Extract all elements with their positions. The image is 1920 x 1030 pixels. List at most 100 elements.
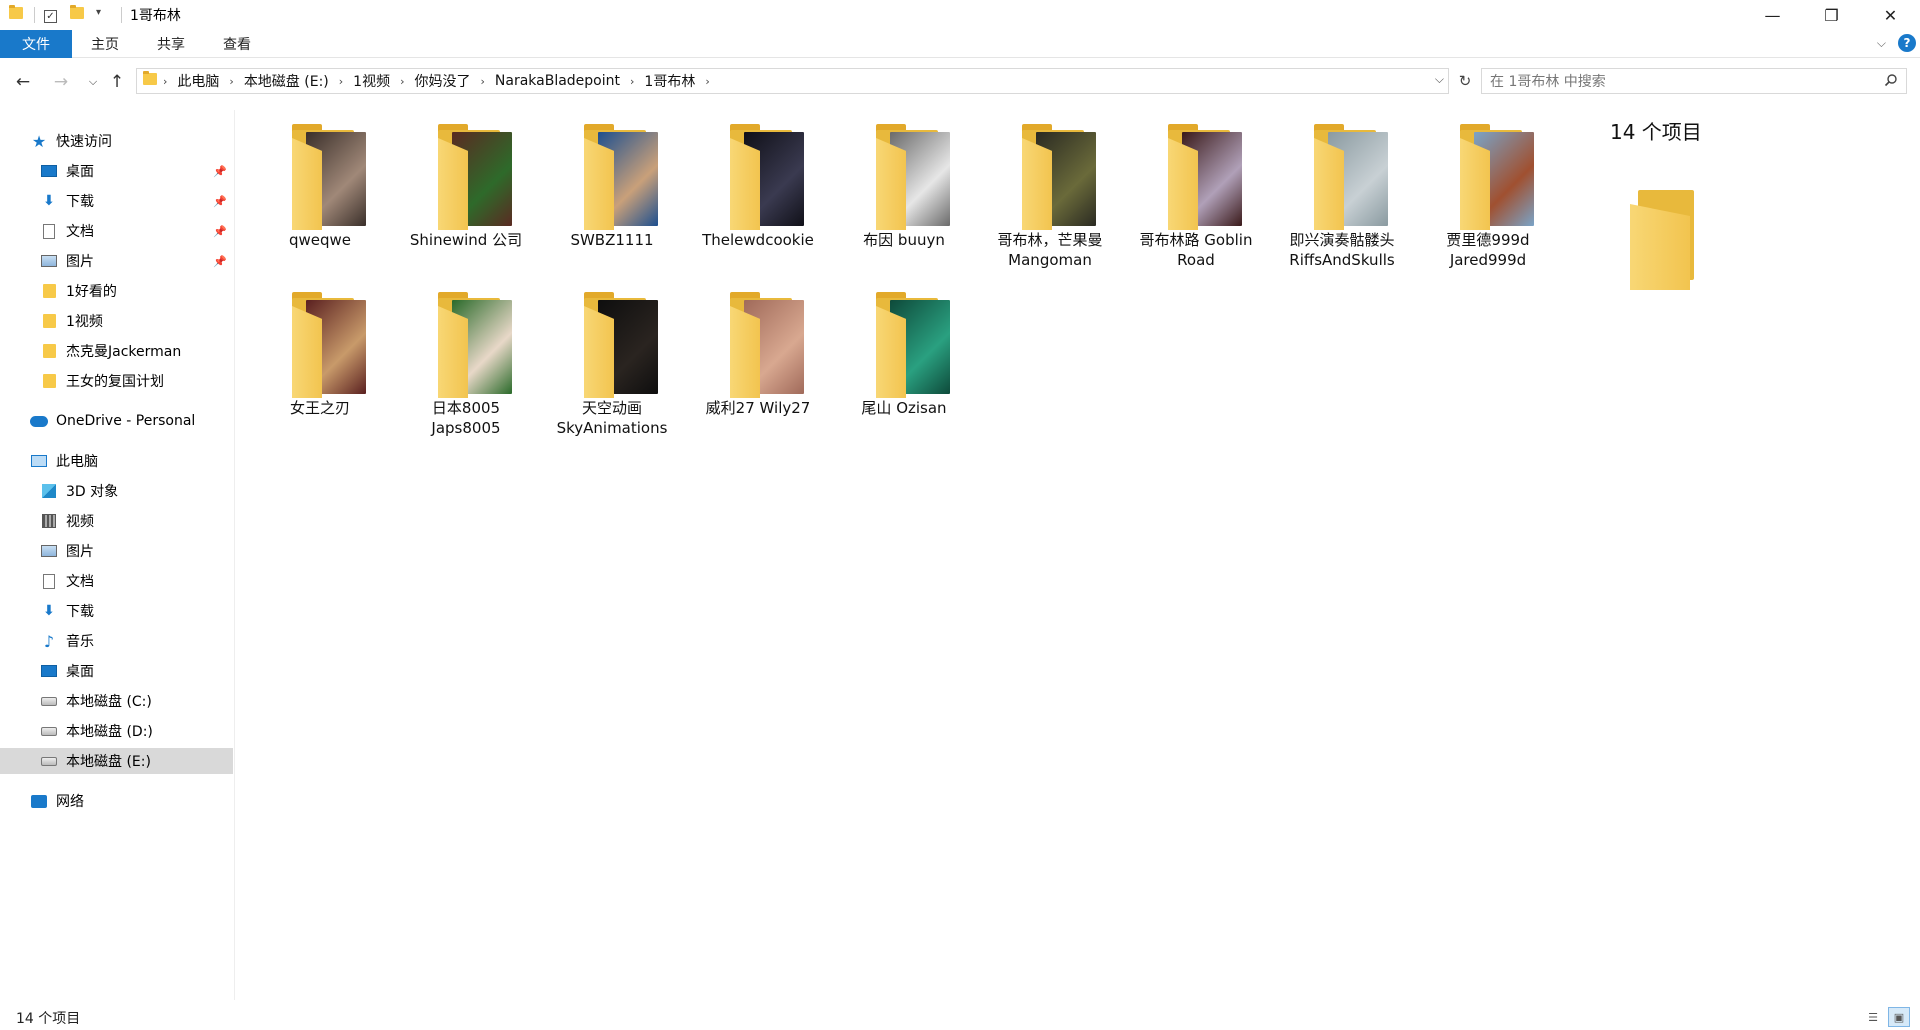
sidebar-item-label: 下载 <box>66 604 94 620</box>
folder-item[interactable]: 即兴演奏骷髅头 RiffsAndSkulls <box>1272 110 1412 270</box>
new-folder-icon[interactable] <box>70 5 86 23</box>
sidebar-item-drive-c[interactable]: 本地磁盘 (C:) <box>0 688 233 714</box>
refresh-icon[interactable]: ↻ <box>1452 68 1478 94</box>
large-icons-view-icon[interactable]: ▣ <box>1888 1007 1910 1027</box>
quick-access-toolbar: ✓ ▾ 1哥布林 <box>0 0 181 30</box>
search-placeholder: 在 1哥布林 中搜索 <box>1490 74 1606 90</box>
breadcrumb-current[interactable]: 1哥布林 <box>640 71 699 91</box>
sidebar-item-downloads[interactable]: ⬇ 下载 📌 <box>0 188 233 214</box>
properties-icon[interactable]: ✓ <box>44 7 60 23</box>
sidebar-item-drive-d[interactable]: 本地磁盘 (D:) <box>0 718 233 744</box>
pin-icon[interactable]: 📌 <box>213 225 227 238</box>
close-button[interactable]: ✕ <box>1861 0 1920 30</box>
sidebar-item-documents[interactable]: 文档 <box>0 568 233 594</box>
sidebar-item-3d-objects[interactable]: 3D 对象 <box>0 478 233 504</box>
search-icon[interactable] <box>1884 73 1898 87</box>
folder-item[interactable]: SWBZ1111 <box>542 110 682 270</box>
tab-file[interactable]: 文件 <box>0 29 72 58</box>
sidebar-item-pictures[interactable]: 图片 <box>0 538 233 564</box>
expand-ribbon-icon[interactable]: ⌵ <box>1877 36 1886 51</box>
sidebar-item-this-pc[interactable]: 此电脑 <box>0 448 233 474</box>
sidebar-item-folder[interactable]: 1好看的 <box>0 278 233 304</box>
sidebar-item-folder[interactable]: 王女的复国计划 <box>0 368 233 394</box>
sidebar-item-downloads[interactable]: ⬇ 下载 <box>0 598 233 624</box>
tab-view[interactable]: 查看 <box>204 30 270 58</box>
chevron-right-icon[interactable]: › <box>157 75 173 88</box>
tab-share[interactable]: 共享 <box>138 30 204 58</box>
sidebar-item-label: 1视频 <box>66 314 103 330</box>
sidebar-item-folder[interactable]: 杰克曼Jackerman <box>0 338 233 364</box>
folder-thumbnail-icon <box>876 124 952 230</box>
folder-name: 哥布林，芒果曼 Mangoman <box>997 231 1103 269</box>
drive-icon <box>40 723 58 739</box>
back-arrow-icon[interactable]: ← <box>10 69 36 95</box>
folder-item[interactable]: 尾山 Ozisan <box>834 278 974 438</box>
folder-item[interactable]: 贾里德999d Jared999d <box>1418 110 1558 270</box>
breadcrumb-this-pc[interactable]: 此电脑 <box>173 71 223 91</box>
folder-item[interactable]: 天空动画 SkyAnimations <box>542 278 682 438</box>
pin-icon[interactable]: 📌 <box>213 195 227 208</box>
sidebar-item-network[interactable]: 网络 <box>0 788 233 814</box>
folder-name: 贾里德999d Jared999d <box>1446 231 1530 269</box>
folder-icon <box>9 5 25 23</box>
breadcrumb-naraka[interactable]: NarakaBladepoint <box>491 73 624 89</box>
details-pane: 14 个项目 <box>1600 110 1920 1000</box>
folder-item[interactable]: 威利27 Wily27 <box>688 278 828 438</box>
sidebar-item-drive-e[interactable]: 本地磁盘 (E:) <box>0 748 233 774</box>
chevron-right-icon[interactable]: › <box>474 75 490 88</box>
sidebar-item-folder[interactable]: 1视频 <box>0 308 233 334</box>
details-view-icon[interactable]: ☰ <box>1862 1007 1884 1027</box>
desktop-icon <box>40 163 58 179</box>
sidebar-item-desktop[interactable]: 桌面 <box>0 658 233 684</box>
folder-thumbnail-icon <box>438 124 514 230</box>
sidebar-item-onedrive[interactable]: OneDrive - Personal <box>0 408 233 434</box>
recent-locations-chevron-icon[interactable]: ⌵ <box>80 69 106 95</box>
divider <box>121 7 122 23</box>
search-input[interactable]: 在 1哥布林 中搜索 <box>1481 68 1907 94</box>
computer-icon <box>30 453 48 469</box>
folder-item[interactable]: Shinewind 公司 <box>396 110 536 270</box>
up-arrow-icon[interactable]: ↑ <box>104 69 130 95</box>
address-bar[interactable]: › 此电脑 › 本地磁盘 (E:) › 1视频 › 你妈没了 › NarakaB… <box>136 68 1449 94</box>
folder-item[interactable]: 布因 buuyn <box>834 110 974 270</box>
minimize-button[interactable]: — <box>1743 0 1802 30</box>
folder-thumbnail-icon <box>1168 124 1244 230</box>
pin-icon[interactable]: 📌 <box>213 255 227 268</box>
folder-thumbnail-icon <box>1022 124 1098 230</box>
sidebar-item-pictures[interactable]: 图片 📌 <box>0 248 233 274</box>
chevron-right-icon[interactable]: › <box>624 75 640 88</box>
sidebar-item-music[interactable]: ♪ 音乐 <box>0 628 233 654</box>
music-icon: ♪ <box>43 631 55 651</box>
breadcrumb-videos[interactable]: 1视频 <box>349 71 394 91</box>
folder-thumbnail-icon <box>584 124 660 230</box>
chevron-right-icon[interactable]: › <box>333 75 349 88</box>
sidebar-item-label: 王女的复国计划 <box>66 374 164 390</box>
folder-thumbnail-icon <box>730 292 806 398</box>
tab-home[interactable]: 主页 <box>72 30 138 58</box>
folder-item[interactable]: 日本8005 Japs8005 <box>396 278 536 438</box>
customize-toolbar-icon[interactable]: ▾ <box>96 7 112 23</box>
chevron-right-icon[interactable]: › <box>223 75 239 88</box>
sidebar-item-documents[interactable]: 文档 📌 <box>0 218 233 244</box>
folder-item[interactable]: 哥布林路 Goblin Road <box>1126 110 1266 270</box>
sidebar-item-quick-access[interactable]: ★ 快速访问 <box>0 128 233 154</box>
breadcrumb-drive-e[interactable]: 本地磁盘 (E:) <box>240 71 333 91</box>
chevron-right-icon[interactable]: › <box>699 75 715 88</box>
folder-item[interactable]: 女王之刃 <box>250 278 390 438</box>
sidebar-item-videos[interactable]: 视频 <box>0 508 233 534</box>
sidebar-item-label: 桌面 <box>66 164 94 180</box>
folder-thumbnail-icon <box>584 292 660 398</box>
forward-arrow-icon[interactable]: → <box>48 69 74 95</box>
help-icon[interactable]: ? <box>1898 34 1916 52</box>
folder-item[interactable]: qweqwe <box>250 110 390 270</box>
address-dropdown-icon[interactable]: ⌵ <box>1435 72 1444 87</box>
download-icon: ⬇ <box>43 603 55 619</box>
breadcrumb-folder[interactable]: 你妈没了 <box>410 71 474 91</box>
folder-item[interactable]: Thelewdcookie <box>688 110 828 270</box>
sidebar-item-desktop[interactable]: 桌面 📌 <box>0 158 233 184</box>
maximize-button[interactable]: ❐ <box>1802 0 1861 30</box>
cloud-icon <box>30 413 48 429</box>
pin-icon[interactable]: 📌 <box>213 165 227 178</box>
folder-item[interactable]: 哥布林，芒果曼 Mangoman <box>980 110 1120 270</box>
chevron-right-icon[interactable]: › <box>394 75 410 88</box>
